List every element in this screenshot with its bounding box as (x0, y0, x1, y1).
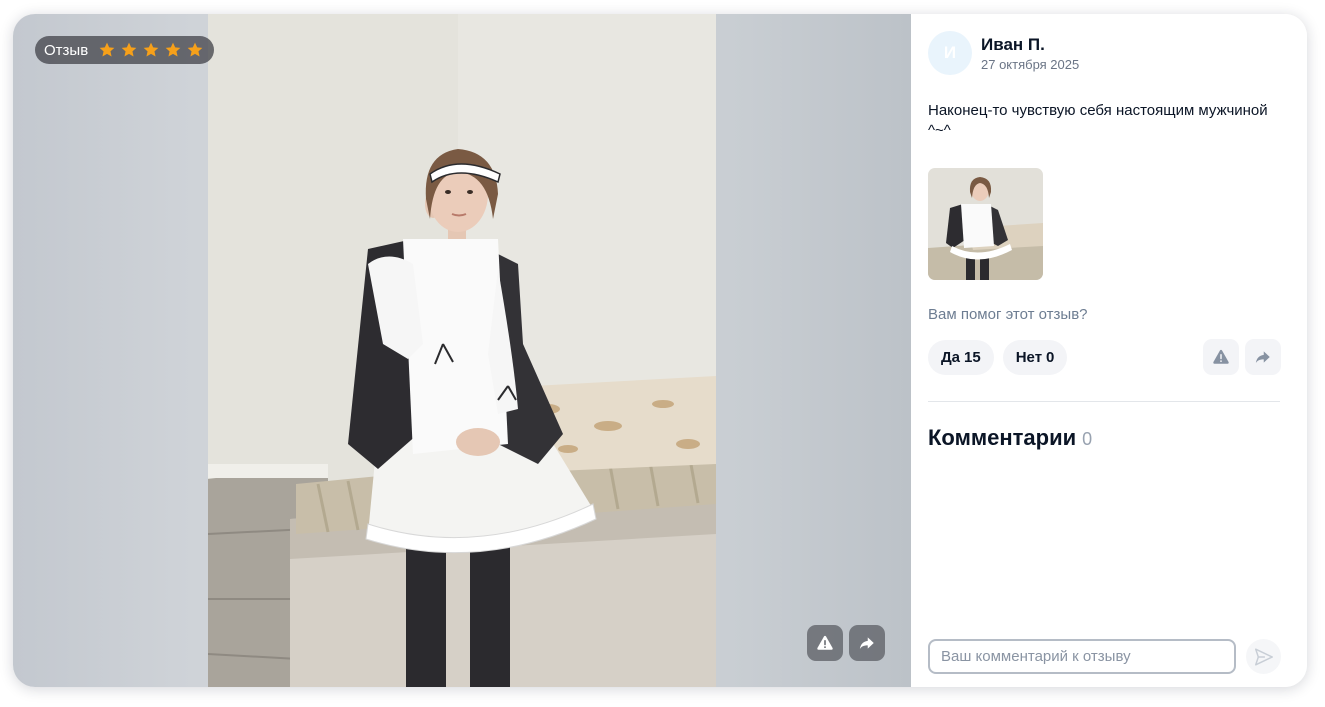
send-comment-button[interactable] (1246, 639, 1281, 674)
vote-yes-button[interactable]: Да 15 (928, 340, 994, 375)
vote-no-button[interactable]: Нет 0 (1002, 340, 1068, 375)
helpful-question: Вам помог этот отзыв? (928, 306, 1088, 323)
share-photo-button[interactable] (849, 625, 885, 661)
warning-icon (816, 634, 834, 652)
warning-icon (1212, 348, 1230, 366)
review-author: И Иван П. 27 октября 2025 (928, 31, 1079, 75)
vote-no-count: 0 (1046, 349, 1055, 366)
comment-input[interactable] (928, 639, 1236, 674)
star-icon (186, 41, 204, 59)
avatar: И (928, 31, 972, 75)
review-card: Отзыв И Иван П. 27 октября 2025 Наконец-… (13, 14, 1307, 687)
divider (928, 401, 1280, 402)
author-name[interactable]: Иван П. (981, 35, 1079, 55)
review-rating-badge: Отзыв (35, 36, 215, 64)
photo-actions (807, 625, 885, 661)
comments-count: 0 (1082, 429, 1093, 449)
share-arrow-icon (858, 634, 876, 652)
comments-title: Комментарии (928, 425, 1077, 450)
share-review-button[interactable] (1245, 339, 1281, 375)
star-icon (98, 41, 116, 59)
report-photo-button[interactable] (807, 625, 843, 661)
rating-stars (98, 41, 204, 59)
review-text: Наконец-то чувствую себя настоящим мужчи… (928, 102, 1268, 139)
review-sidebar: И Иван П. 27 октября 2025 Наконец-то чув… (911, 14, 1307, 687)
vote-no-label: Нет (1015, 349, 1043, 366)
vote-yes-count: 15 (964, 349, 981, 366)
review-actions (1203, 339, 1281, 375)
review-photo (208, 14, 716, 687)
star-icon (120, 41, 138, 59)
star-icon (142, 41, 160, 59)
vote-yes-label: Да (941, 349, 961, 366)
share-arrow-icon (1254, 348, 1272, 366)
review-photo-viewer: Отзыв (13, 14, 911, 687)
comments-heading: Комментарии 0 (928, 425, 1092, 451)
review-photo-thumbnail[interactable] (928, 168, 1043, 280)
review-date: 27 октября 2025 (981, 56, 1080, 72)
send-icon (1253, 646, 1275, 668)
report-review-button[interactable] (1203, 339, 1239, 375)
review-badge-label: Отзыв (44, 41, 89, 59)
star-icon (164, 41, 182, 59)
helpful-votes: Да 15 Нет 0 (928, 340, 1068, 375)
